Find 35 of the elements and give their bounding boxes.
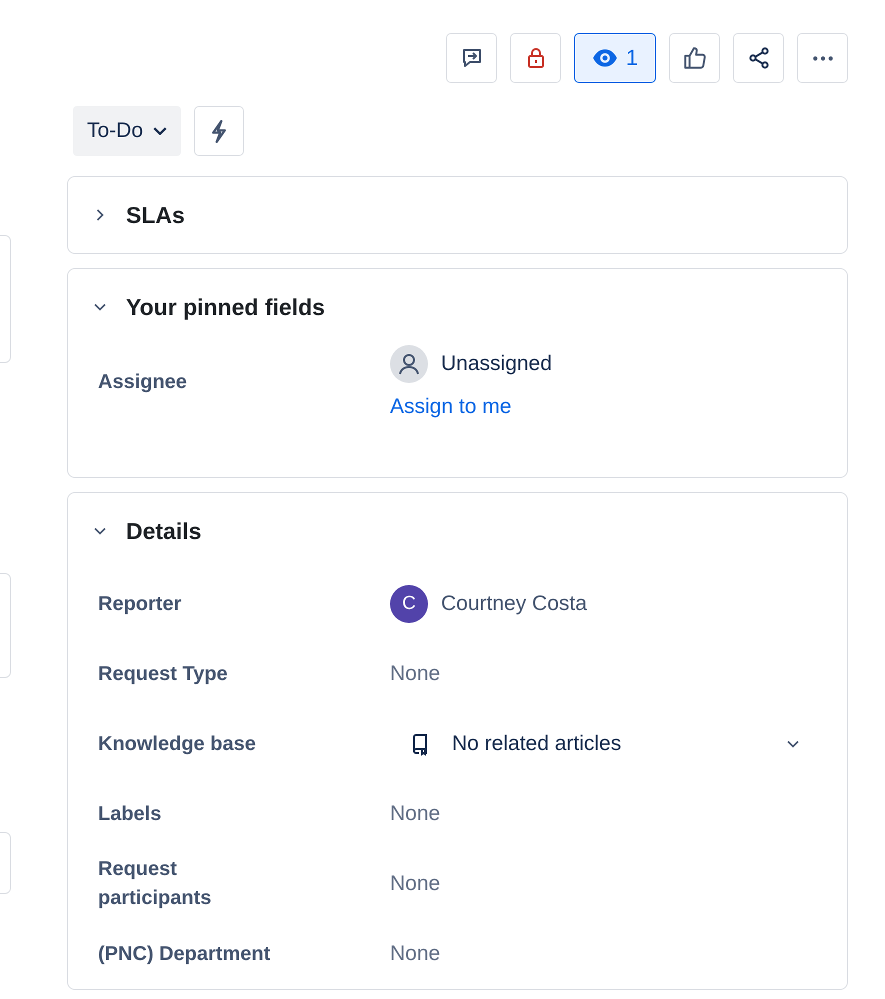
field-value: None — [390, 802, 440, 825]
section-header[interactable]: SLAs — [68, 177, 847, 253]
field-label: (PNC) Department — [98, 942, 272, 966]
like-button[interactable] — [669, 33, 720, 83]
section-header[interactable]: Details — [68, 493, 847, 569]
field-label: Labels — [98, 802, 162, 826]
field-value: None — [390, 942, 440, 965]
field-label: Assignee — [98, 370, 188, 394]
section-title: Details — [126, 518, 202, 544]
feedback-button[interactable] — [446, 33, 497, 83]
section-header[interactable]: Your pinned fields — [68, 269, 847, 345]
section-title: SLAs — [126, 202, 185, 228]
automation-button[interactable] — [194, 106, 244, 156]
user-avatar-icon — [390, 345, 428, 383]
assign-to-me-link[interactable]: Assign to me — [390, 395, 512, 419]
field-label: Request Type — [98, 662, 229, 686]
watch-button[interactable]: 1 — [574, 33, 656, 83]
field-label: Reporter — [98, 592, 182, 616]
field-label: Knowledge base — [98, 732, 257, 756]
lightning-icon — [212, 120, 226, 142]
share-button[interactable] — [733, 33, 784, 83]
field-label: Request participants — [98, 857, 212, 911]
section-title: Your pinned fields — [126, 294, 325, 320]
status-dropdown[interactable]: To-Do — [73, 106, 182, 156]
field-value: None — [390, 872, 440, 895]
field-value: None — [390, 662, 440, 685]
field-value: Courtney Costa — [441, 592, 587, 616]
chevron-down-icon — [153, 127, 168, 135]
thumbs-up-icon — [682, 45, 708, 71]
more-icon — [812, 56, 834, 60]
lock-button[interactable] — [510, 33, 561, 83]
assignee-value: Unassigned — [441, 352, 552, 376]
knowledge-select[interactable]: No related articles — [390, 722, 817, 766]
share-icon — [746, 46, 770, 70]
user-avatar: C — [390, 585, 428, 623]
